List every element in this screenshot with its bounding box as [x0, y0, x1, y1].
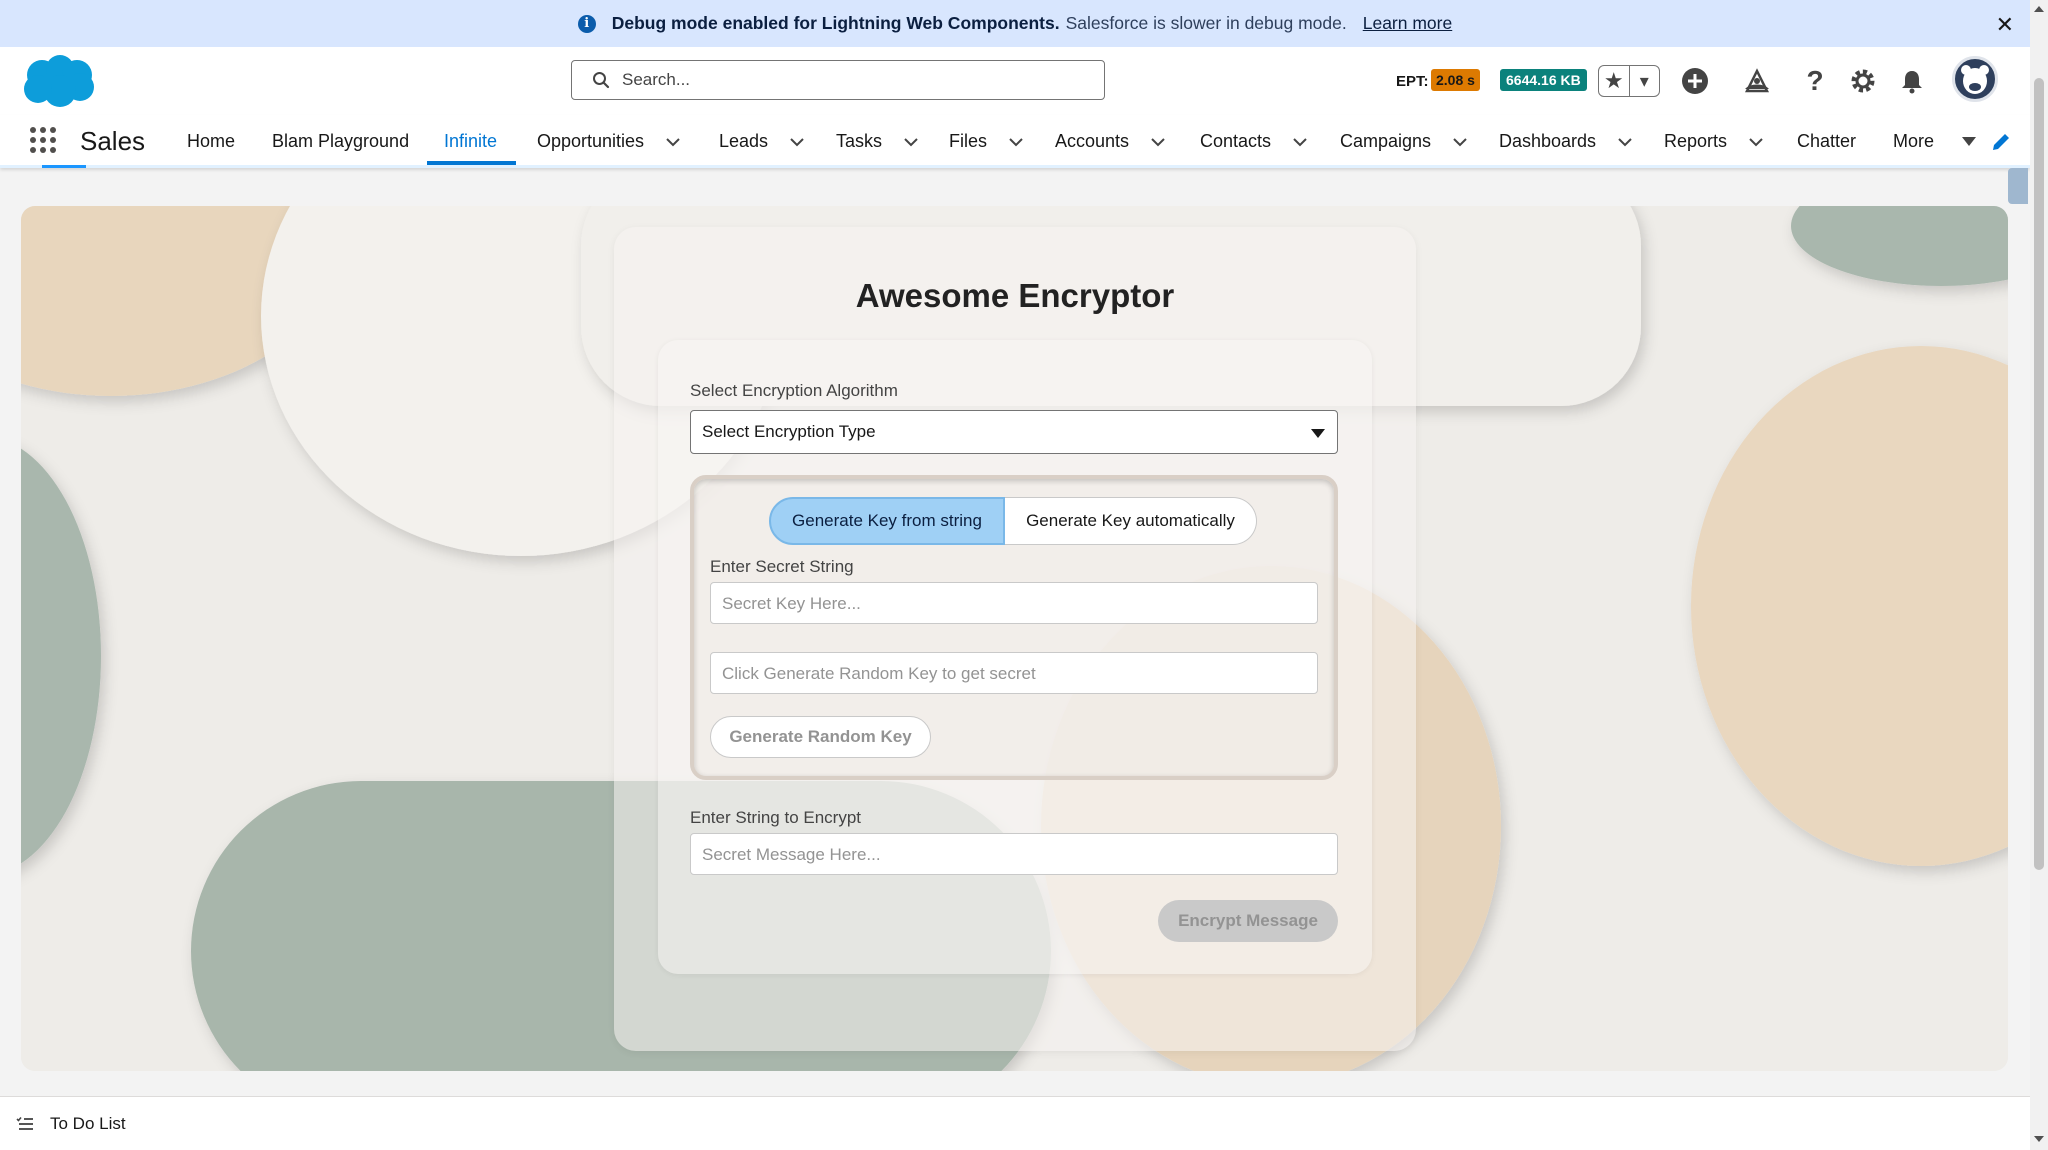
algorithm-select-value: Select Encryption Type	[702, 422, 876, 441]
nav-item-more[interactable]: More	[1893, 131, 1977, 152]
nav-label: Home	[187, 131, 236, 151]
global-search-input[interactable]: Search...	[571, 60, 1105, 100]
algorithm-select[interactable]: Select Encryption Type	[690, 410, 1338, 454]
to-do-list-label[interactable]: To Do List	[50, 1114, 126, 1134]
nav-label: Infinite	[444, 131, 498, 151]
generate-random-key-button[interactable]: Generate Random Key	[710, 716, 931, 758]
scroll-down-arrow-icon[interactable]	[2034, 1136, 2044, 1142]
random-key-placeholder: Click Generate Random Key to get secret	[722, 664, 1036, 683]
nav-label: More	[1893, 131, 1935, 151]
key-mode-toggle: Generate Key from string Generate Key au…	[769, 497, 1257, 545]
global-header: Search... EPT: 2.08 s 6644.16 KB ★ ▾ ?	[0, 47, 2030, 115]
ept-label: EPT:	[1396, 73, 1429, 90]
encryptor-card: Awesome Encryptor Select Encryption Algo…	[614, 227, 1416, 1051]
caret-down-icon	[1311, 429, 1325, 438]
random-key-output-field[interactable]: Click Generate Random Key to get secret	[710, 652, 1318, 694]
nav-item-accounts[interactable]: Accounts	[1055, 131, 1165, 152]
favorites-dropdown-icon[interactable]: ▾	[1630, 66, 1660, 96]
secret-key-input[interactable]: Secret Key Here...	[710, 582, 1318, 624]
salesforce-logo-icon[interactable]	[20, 53, 98, 109]
chevron-down-icon[interactable]	[1618, 137, 1632, 147]
chevron-down-icon[interactable]	[666, 137, 680, 147]
edit-nav-pencil-icon[interactable]	[1990, 131, 2012, 153]
nav-item-chatter[interactable]: Chatter	[1797, 131, 1856, 152]
chevron-down-icon[interactable]	[1293, 137, 1307, 147]
global-actions-icon[interactable]	[1679, 65, 1711, 97]
page-scrollbar[interactable]	[2030, 0, 2048, 1150]
gear-icon[interactable]	[1847, 65, 1879, 97]
app-name-underline	[42, 165, 86, 168]
nav-label: Chatter	[1797, 131, 1857, 151]
nav-label: Files	[949, 131, 988, 151]
nav-label: Accounts	[1055, 131, 1130, 151]
message-label: Enter String to Encrypt	[690, 808, 862, 827]
chevron-down-icon[interactable]	[904, 137, 918, 147]
algorithm-label: Select Encryption Algorithm	[690, 381, 898, 400]
nav-label: Opportunities	[537, 131, 645, 151]
learn-more-link[interactable]: Learn more	[1363, 13, 1453, 34]
scroll-up-arrow-icon[interactable]	[2034, 6, 2044, 12]
generate-key-from-string-button[interactable]: Generate Key from string	[769, 497, 1005, 545]
info-icon: i	[577, 14, 596, 33]
nav-label: Dashboards	[1499, 131, 1597, 151]
active-tab-indicator	[427, 161, 516, 165]
nav-item-tasks[interactable]: Tasks	[836, 131, 918, 152]
nav-item-campaigns[interactable]: Campaigns	[1340, 131, 1467, 152]
search-icon	[593, 72, 610, 89]
app-navigation: Sales Home Blam Playground Infinite Oppo…	[0, 115, 2030, 168]
secret-key-placeholder: Secret Key Here...	[722, 594, 861, 613]
nav-item-home[interactable]: Home	[187, 131, 235, 152]
encryptor-form: Select Encryption Algorithm Select Encry…	[658, 340, 1372, 974]
trailhead-icon[interactable]	[1741, 65, 1773, 97]
nav-item-leads[interactable]: Leads	[719, 131, 804, 152]
nav-item-blam-playground[interactable]: Blam Playground	[272, 131, 409, 152]
utility-bar: To Do List	[0, 1096, 2030, 1150]
scrollbar-thumb[interactable]	[2034, 78, 2044, 870]
nav-label: Leads	[719, 131, 769, 151]
nav-label: Reports	[1664, 131, 1728, 151]
nav-label: Campaigns	[1340, 131, 1432, 151]
chevron-down-icon[interactable]	[1749, 137, 1763, 147]
secret-string-label: Enter Secret String	[710, 557, 854, 576]
favorites-group: ★ ▾	[1598, 65, 1660, 97]
nav-item-contacts[interactable]: Contacts	[1200, 131, 1307, 152]
task-list-icon	[16, 1116, 33, 1130]
nav-item-dashboards[interactable]: Dashboards	[1499, 131, 1632, 152]
key-generation-panel: Generate Key from string Generate Key au…	[690, 475, 1338, 780]
search-placeholder: Search...	[622, 70, 691, 89]
chevron-down-icon[interactable]	[1151, 137, 1165, 147]
generate-key-automatically-button[interactable]: Generate Key automatically	[1005, 497, 1257, 545]
banner-bold-text: Debug mode enabled for Lightning Web Com…	[611, 13, 1060, 33]
close-icon[interactable]: ✕	[1996, 12, 2014, 38]
user-avatar[interactable]	[1952, 56, 1998, 102]
banner-text: Salesforce is slower in debug mode.	[1065, 13, 1347, 33]
app-launcher-icon[interactable]	[30, 127, 56, 153]
message-placeholder: Secret Message Here...	[702, 845, 881, 864]
side-panel-tab[interactable]	[2008, 168, 2028, 204]
page-title: Awesome Encryptor	[855, 277, 1175, 314]
nav-item-opportunities[interactable]: Opportunities	[537, 131, 680, 152]
nav-item-files[interactable]: Files	[949, 131, 1023, 152]
debug-banner: i Debug mode enabled for Lightning Web C…	[0, 0, 2030, 47]
kb-badge: 6644.16 KB	[1500, 69, 1587, 91]
app-name: Sales	[80, 126, 146, 156]
chevron-down-icon[interactable]	[790, 137, 804, 147]
nav-label: Tasks	[836, 131, 883, 151]
encrypt-message-button[interactable]: Encrypt Message	[1158, 900, 1338, 942]
help-icon[interactable]: ?	[1799, 65, 1831, 97]
notifications-bell-icon[interactable]	[1896, 65, 1928, 97]
nav-label: Blam Playground	[272, 131, 410, 151]
chevron-down-icon[interactable]	[1453, 137, 1467, 147]
nav-item-infinite[interactable]: Infinite	[444, 131, 497, 152]
nav-item-reports[interactable]: Reports	[1664, 131, 1763, 152]
nav-label: Contacts	[1200, 131, 1272, 151]
caret-down-icon	[1962, 137, 1977, 146]
chevron-down-icon[interactable]	[1009, 137, 1023, 147]
star-icon[interactable]: ★	[1599, 66, 1630, 96]
ept-badge: 2.08 s	[1431, 69, 1480, 91]
message-input[interactable]: Secret Message Here...	[690, 833, 1338, 875]
